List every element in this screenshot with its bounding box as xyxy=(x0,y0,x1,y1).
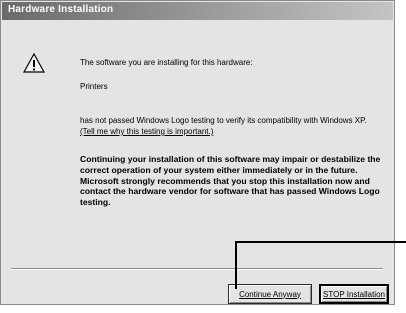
hardware-installation-dialog: Hardware Installation The software you a… xyxy=(0,0,395,305)
callout-line-vertical xyxy=(235,241,237,289)
stop-installation-button[interactable]: STOP Installation xyxy=(319,284,389,304)
continue-anyway-button[interactable]: Continue Anyway xyxy=(228,284,312,304)
product-name: Printers xyxy=(80,82,108,91)
warning-text: Continuing your installation of this sof… xyxy=(80,154,381,208)
intro-text: The software you are installing for this… xyxy=(80,58,253,67)
callout-line-horizontal xyxy=(235,241,406,243)
separator xyxy=(11,268,383,270)
stop-installation-label: STOP Installation xyxy=(323,289,385,299)
warning-icon xyxy=(23,53,45,73)
why-testing-link[interactable]: (Tell me why this testing is important.) xyxy=(80,127,213,136)
continue-anyway-label: Continue Anyway xyxy=(239,289,301,299)
logo-notice-text: has not passed Windows Logo testing to v… xyxy=(80,116,367,125)
logo-notice: has not passed Windows Logo testing to v… xyxy=(80,115,380,137)
window-title: Hardware Installation xyxy=(8,4,114,15)
title-bar[interactable]: Hardware Installation xyxy=(2,2,393,20)
